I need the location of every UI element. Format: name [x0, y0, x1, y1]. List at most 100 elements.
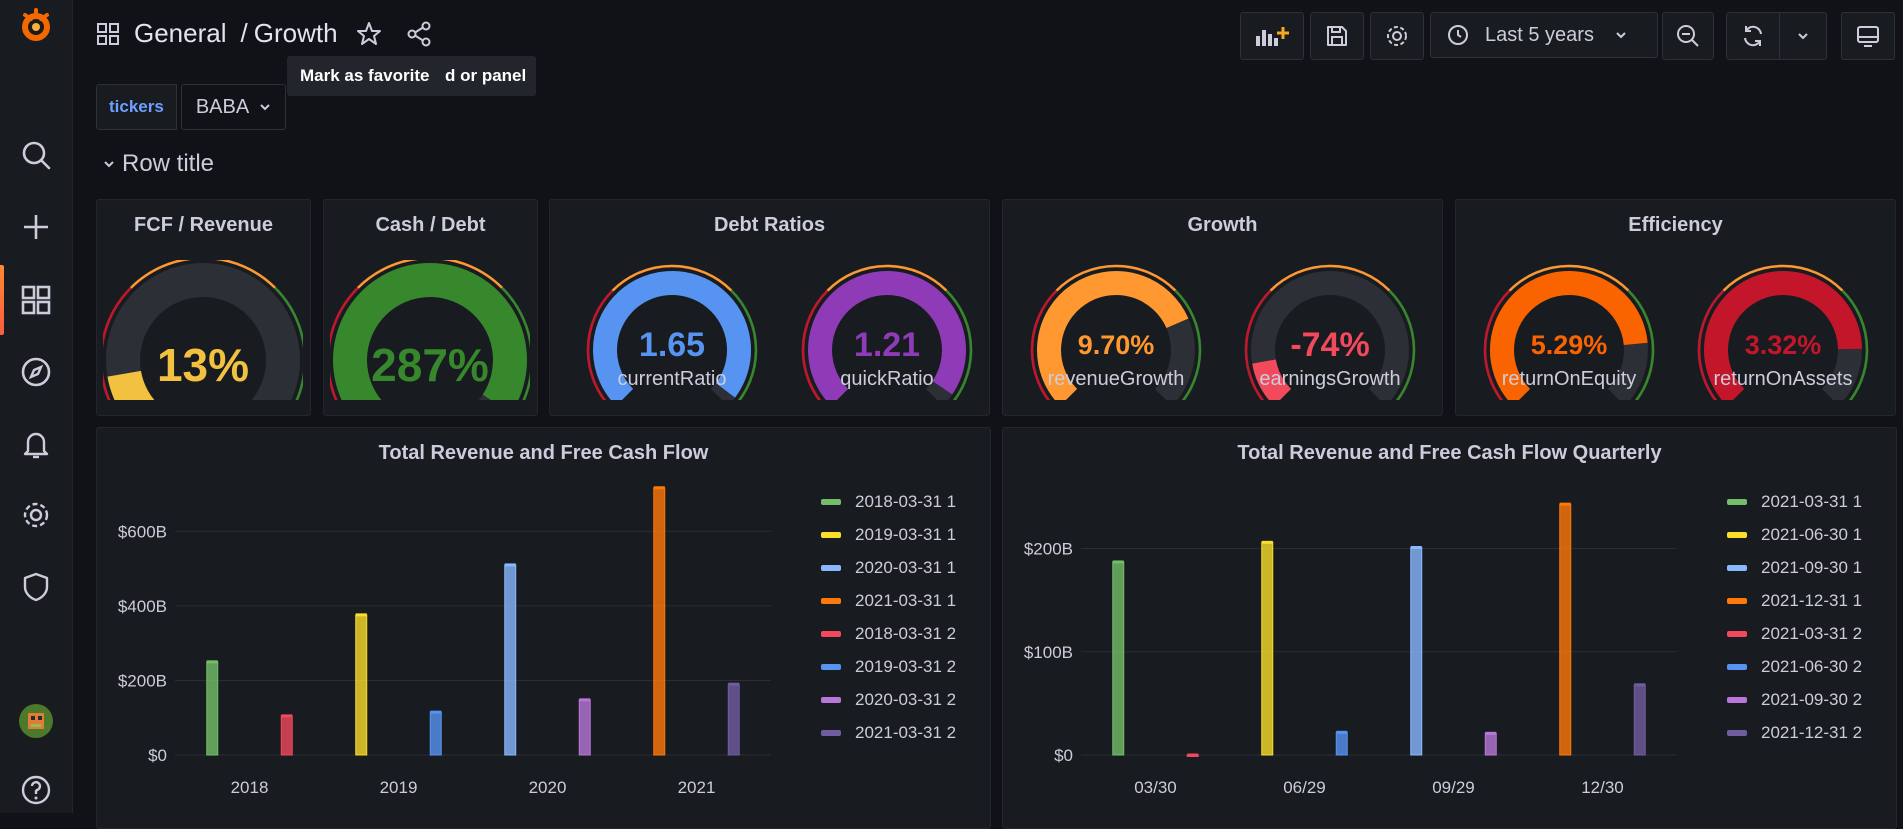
- gauge-value: 287%: [371, 339, 489, 391]
- gauge-return-on-equity: 5.29% returnOnEquity: [1469, 260, 1669, 400]
- gauge-value: 1.65: [638, 326, 706, 364]
- y-tick-label: $200B: [1024, 540, 1073, 559]
- help-icon[interactable]: [16, 770, 56, 810]
- bar[interactable]: [429, 711, 442, 756]
- legend-item[interactable]: 2019-03-31 1: [821, 518, 956, 551]
- refresh-interval-dropdown[interactable]: [1779, 12, 1827, 60]
- bar[interactable]: [1335, 731, 1348, 756]
- panel-debt-ratios[interactable]: Debt Ratios 1.65 currentRatio 1.21 quickRa…: [549, 199, 990, 416]
- refresh-button[interactable]: [1726, 12, 1780, 60]
- user-avatar[interactable]: [16, 701, 56, 741]
- grafana-logo-icon[interactable]: [16, 5, 56, 45]
- panel-title: Efficiency: [1628, 214, 1723, 236]
- gauge-current-ratio: 1.65 currentRatio: [572, 260, 772, 400]
- legend-label: 2021-12-31 2: [1761, 722, 1863, 742]
- bar[interactable]: [1410, 546, 1423, 756]
- legend-label: 2018-03-31 1: [855, 491, 957, 511]
- dashboards-icon[interactable]: [16, 280, 56, 320]
- bar[interactable]: [504, 564, 517, 756]
- variable-label-tickers: tickers: [96, 84, 177, 130]
- legend-item[interactable]: 2021-06-30 2: [1727, 650, 1862, 683]
- tooltip-overlap-text: d or panel: [445, 66, 527, 85]
- dashboard-title[interactable]: Growth: [254, 18, 338, 49]
- legend-item[interactable]: 2021-12-31 2: [1727, 716, 1862, 749]
- legend-label: 2021-06-30 2: [1761, 656, 1863, 676]
- search-icon[interactable]: [16, 135, 56, 175]
- bar[interactable]: [727, 683, 740, 756]
- dashboard-breadcrumb: General / Growth: [96, 18, 432, 49]
- chart-legend: 2018-03-31 1 2019-03-31 1 2020-03-31 1 2021…: [821, 485, 956, 749]
- legend-item[interactable]: 2021-03-31 2: [1727, 617, 1862, 650]
- legend-item[interactable]: 2019-03-31 2: [821, 650, 956, 683]
- gauge-label: earningsGrowth: [1259, 368, 1401, 390]
- x-tick-label: 03/30: [1134, 778, 1177, 797]
- row-header[interactable]: Row title: [102, 150, 214, 178]
- tooltip: Mark as favorite d or panel: [287, 56, 536, 96]
- legend-item[interactable]: 2021-12-31 1: [1727, 584, 1862, 617]
- bar[interactable]: [653, 487, 666, 756]
- server-admin-shield-icon[interactable]: [16, 567, 56, 607]
- bar[interactable]: [1261, 541, 1274, 756]
- bar[interactable]: [280, 715, 293, 756]
- gauge-quick-ratio: 1.21 quickRatio: [787, 260, 987, 400]
- add-panel-button[interactable]: [1240, 12, 1304, 60]
- bar[interactable]: [578, 699, 591, 756]
- variable-select-tickers[interactable]: BABA: [180, 84, 287, 130]
- gauge-return-on-assets: 3.32% returnOnAssets: [1683, 260, 1883, 400]
- bar[interactable]: [1484, 732, 1497, 756]
- x-tick-label: 12/30: [1581, 778, 1624, 797]
- y-tick-label: $0: [1054, 746, 1073, 765]
- legend-label: 2021-03-31 2: [855, 722, 957, 742]
- gauge-label: returnOnEquity: [1501, 368, 1637, 390]
- zoom-out-icon: [1677, 25, 1699, 47]
- gauge-value: 1.21: [853, 326, 921, 364]
- legend-label: 2021-03-31 2: [1761, 623, 1863, 643]
- legend-label: 2018-03-31 2: [855, 623, 957, 643]
- panel-revenue-fcf-quarterly[interactable]: Total Revenue and Free Cash Flow Quarter…: [1002, 427, 1897, 829]
- zoom-out-button[interactable]: [1662, 12, 1714, 60]
- panel-fcf-revenue[interactable]: FCF / Revenue 13%: [96, 199, 311, 416]
- add-panel-icon: [1256, 27, 1289, 46]
- save-dashboard-button[interactable]: [1310, 12, 1364, 60]
- chevron-down-icon: [260, 104, 270, 111]
- panel-efficiency[interactable]: Efficiency 5.29% returnOnEquity 3.32% retu…: [1455, 199, 1896, 416]
- legend-item[interactable]: 2018-03-31 1: [821, 485, 956, 518]
- legend-item[interactable]: 2021-09-30 1: [1727, 551, 1862, 584]
- panel-growth[interactable]: Growth 9.70% revenueGrowth -74% earningsGr…: [1002, 199, 1443, 416]
- panel-revenue-fcf-annual[interactable]: Total Revenue and Free Cash Flow $0 $200B…: [96, 427, 991, 829]
- legend-item[interactable]: 2021-03-31 2: [821, 716, 956, 749]
- bar[interactable]: [1633, 684, 1646, 756]
- legend-item[interactable]: 2021-03-31 1: [1727, 485, 1862, 518]
- breadcrumb-folder[interactable]: General: [134, 18, 227, 49]
- legend-item[interactable]: 2021-09-30 2: [1727, 683, 1862, 716]
- legend-label: 2021-09-30 2: [1761, 689, 1863, 709]
- chevron-down-icon: [1616, 32, 1626, 39]
- legend-item[interactable]: 2020-03-31 1: [821, 551, 956, 584]
- bar[interactable]: [1112, 561, 1125, 756]
- bar[interactable]: [1559, 503, 1572, 756]
- x-tick-label: 09/29: [1432, 778, 1475, 797]
- alerting-bell-icon[interactable]: [16, 424, 56, 464]
- share-icon[interactable]: [406, 21, 432, 47]
- legend-item[interactable]: 2018-03-31 2: [821, 617, 956, 650]
- explore-compass-icon[interactable]: [16, 352, 56, 392]
- y-tick-label: $0: [148, 746, 167, 765]
- create-plus-icon[interactable]: [16, 207, 56, 247]
- panel-title: Cash / Debt: [375, 214, 486, 236]
- bar[interactable]: [355, 614, 368, 756]
- configuration-gear-icon[interactable]: [16, 495, 56, 535]
- time-picker-button[interactable]: Last 5 years: [1430, 12, 1658, 58]
- legend-item[interactable]: 2020-03-31 2: [821, 683, 956, 716]
- cycle-view-mode-button[interactable]: [1841, 12, 1895, 60]
- tooltip-text: Mark as favorite: [300, 66, 430, 85]
- panel-cash-debt[interactable]: Cash / Debt 287%: [323, 199, 538, 416]
- dashboard-settings-button[interactable]: [1370, 12, 1424, 60]
- legend-swatch: [1727, 729, 1747, 736]
- y-tick-label: $200B: [118, 671, 167, 690]
- bar[interactable]: [206, 661, 219, 756]
- legend-swatch: [821, 597, 841, 604]
- legend-item[interactable]: 2021-03-31 1: [821, 584, 956, 617]
- x-tick-label: 2018: [231, 778, 269, 797]
- legend-item[interactable]: 2021-06-30 1: [1727, 518, 1862, 551]
- star-favorite-icon[interactable]: [356, 21, 382, 47]
